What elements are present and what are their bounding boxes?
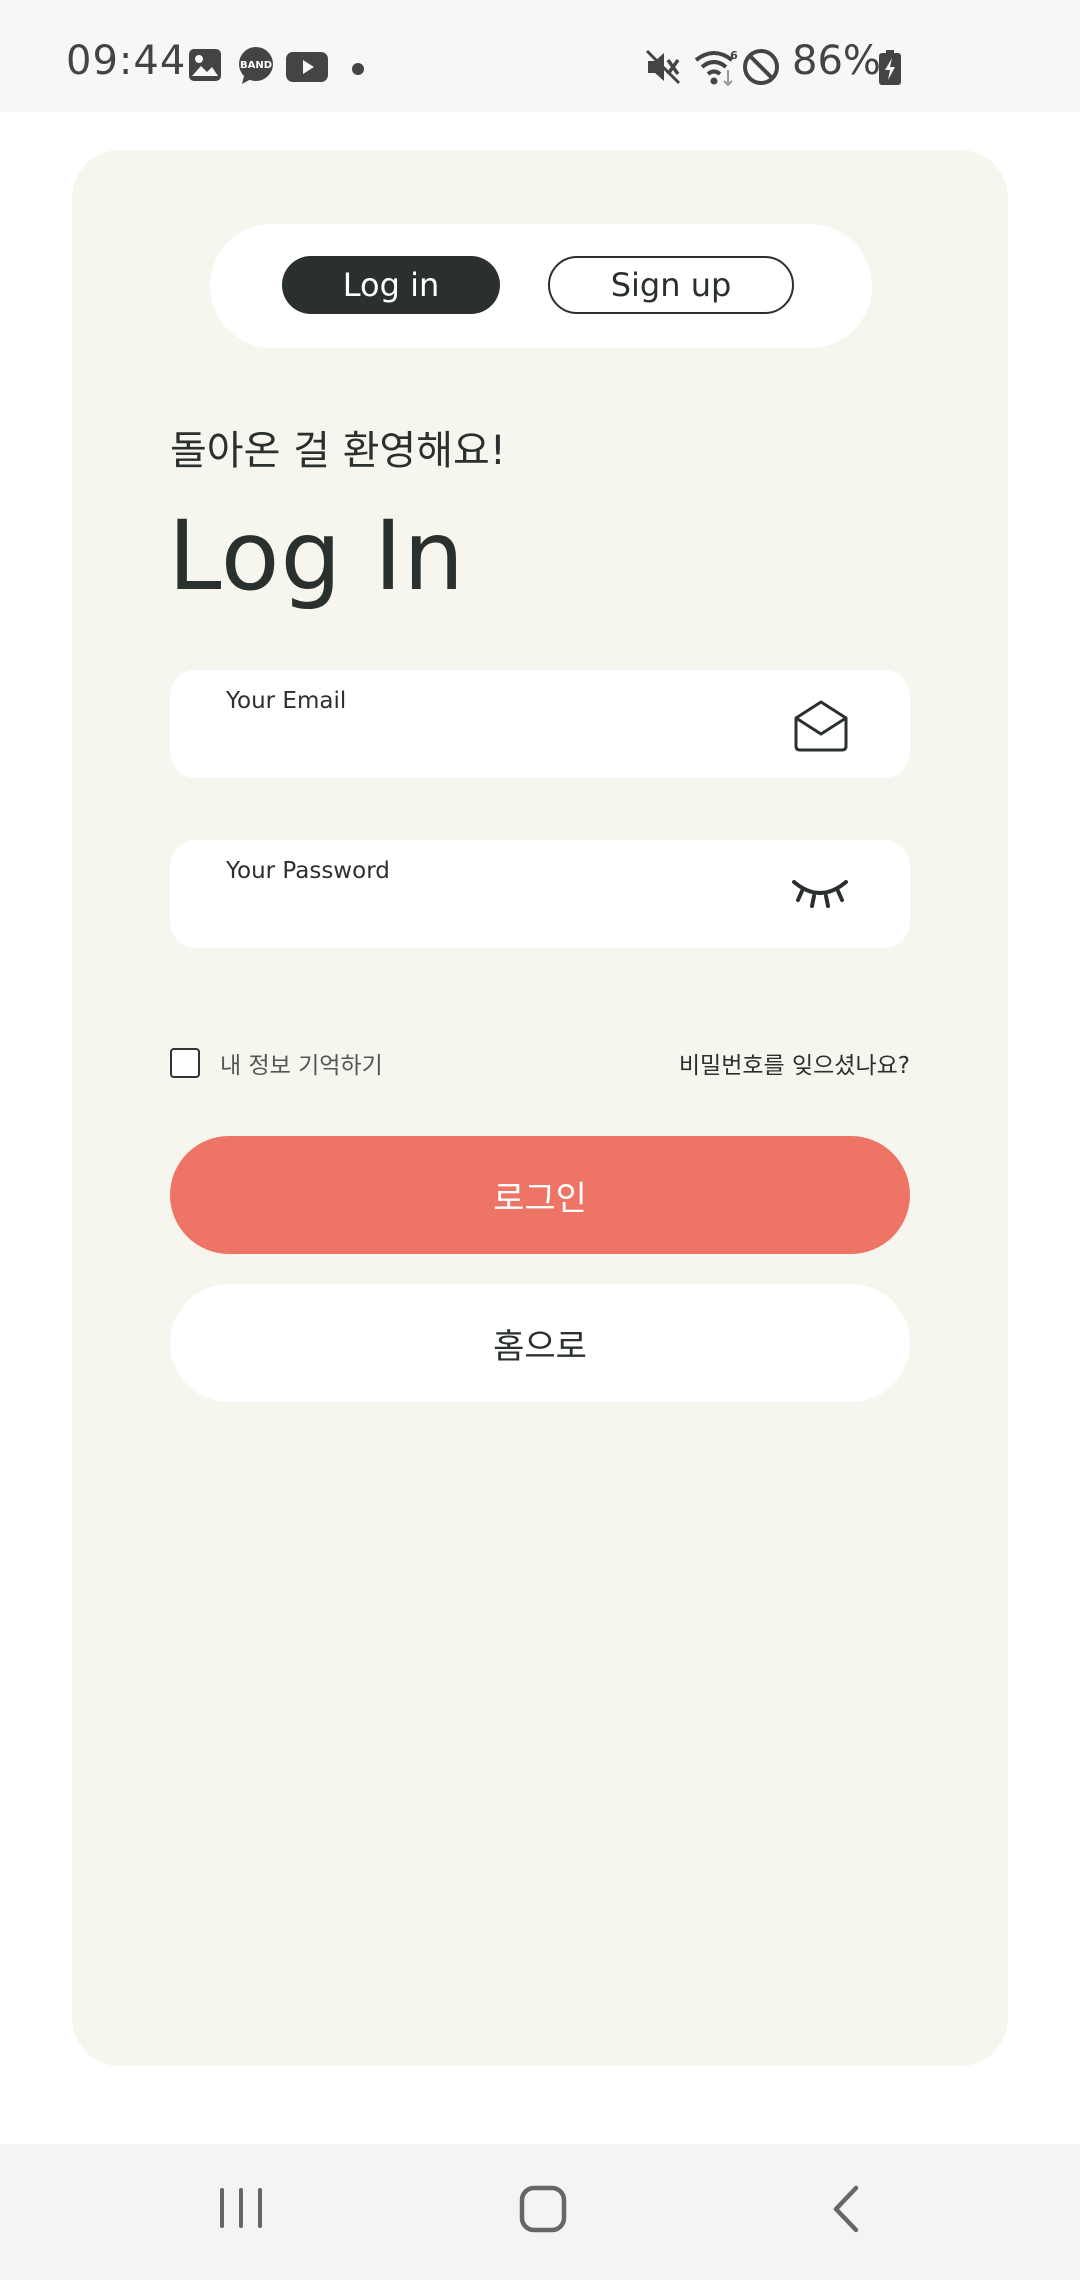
email-input[interactable] (226, 724, 790, 766)
home-icon[interactable] (518, 2182, 568, 2242)
battery-percent: 86% (792, 38, 881, 84)
forgot-password-link[interactable]: 비밀번호를 잊으셨나요? (679, 1046, 910, 1080)
password-label: Your Password (226, 858, 390, 884)
envelope-icon (792, 696, 850, 758)
login-card: Log in Sign up 돌아온 걸 환영해요! Log In Your E… (72, 150, 1008, 2066)
remember-checkbox[interactable] (170, 1048, 200, 1078)
youtube-icon (286, 52, 328, 86)
navigation-bar (0, 2144, 1080, 2280)
band-icon: BAND (236, 46, 276, 90)
battery-charging-icon (878, 50, 902, 90)
wifi-icon: 6 (694, 48, 740, 92)
svg-text:6: 6 (730, 49, 738, 62)
home-button[interactable]: 홈으로 (170, 1284, 910, 1402)
login-button[interactable]: 로그인 (170, 1136, 910, 1254)
email-field[interactable]: Your Email (170, 670, 910, 778)
eye-closed-icon[interactable] (790, 874, 850, 918)
welcome-text: 돌아온 걸 환영해요! (170, 428, 506, 474)
tab-signup[interactable]: Sign up (548, 256, 794, 314)
page-title: Log In (168, 500, 466, 612)
dot-icon (352, 60, 364, 79)
back-icon[interactable] (826, 2182, 866, 2242)
password-field[interactable]: Your Password (170, 840, 910, 948)
svg-text:BAND: BAND (240, 60, 272, 71)
do-not-disturb-icon (742, 48, 780, 90)
tab-login[interactable]: Log in (282, 256, 500, 314)
password-input[interactable] (226, 894, 790, 936)
remember-label: 내 정보 기억하기 (220, 1053, 383, 1079)
remember-me[interactable]: 내 정보 기억하기 (170, 1046, 383, 1080)
status-time: 09:44 (66, 38, 187, 84)
email-label: Your Email (226, 688, 347, 714)
mute-icon (644, 48, 682, 90)
status-bar: 09:44 BAND 6 86% (0, 0, 1080, 112)
gallery-icon (188, 48, 222, 86)
auth-tab-switcher: Log in Sign up (210, 224, 872, 348)
recent-apps-icon[interactable] (218, 2182, 264, 2242)
